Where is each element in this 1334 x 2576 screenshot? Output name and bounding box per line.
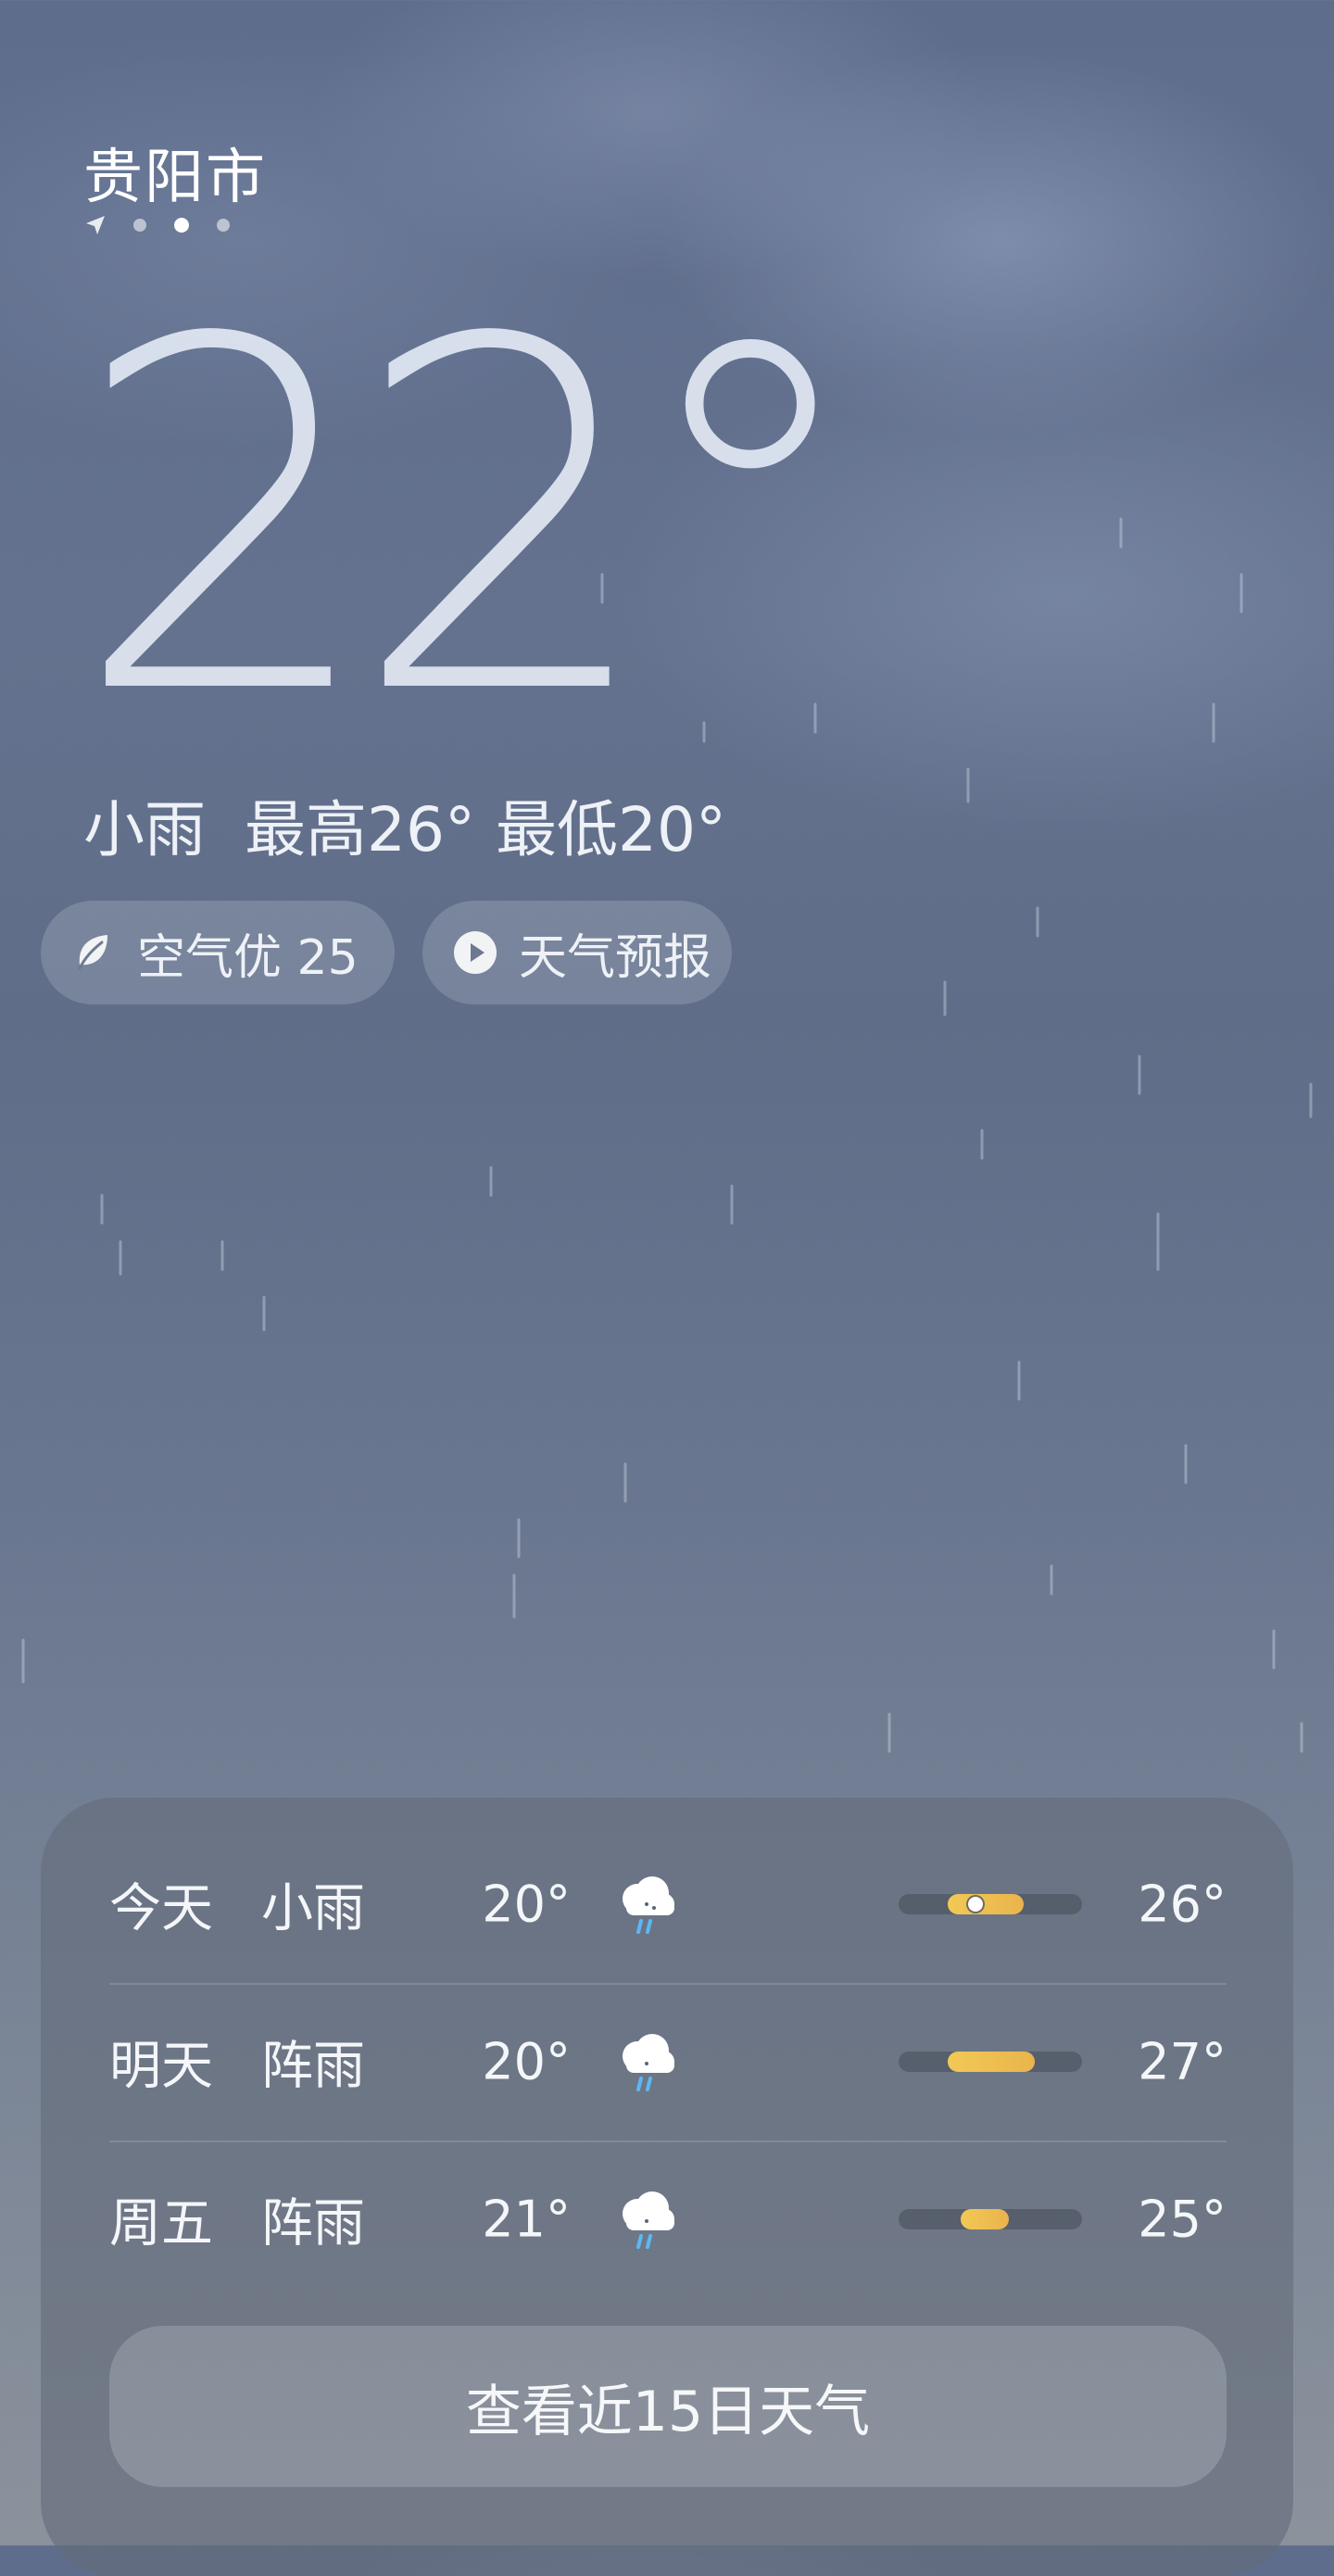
view-15-day-forecast-button[interactable]: 查看近15日天气 [109,2326,1227,2487]
air-quality-chip[interactable]: 空气优 25 [41,901,395,1004]
temp-range-fill [948,1894,1024,1914]
temp-range-bar [899,1894,1082,1914]
forecast-day: 周五 [109,2193,213,2254]
current-condition: 小雨 [83,794,206,865]
temp-range-fill [961,2209,1009,2229]
forecast-row-friday[interactable]: 周五 阵雨 21° 25° [109,2140,1227,2298]
current-temperature: 22° [72,238,871,800]
temp-range-fill [948,2052,1035,2072]
forecast-high: 27° [1138,2032,1227,2091]
current-summary: 小雨 最高26° 最低20° [83,780,765,869]
forecast-row-tomorrow[interactable]: 明天 阵雨 20° 27° [109,1983,1227,2140]
cloud-rain-icon [623,1876,674,1934]
current-low: 最低20° [495,794,726,865]
forecast-day: 今天 [109,1878,213,1939]
forecast-low: 20° [482,1875,571,1934]
forecast-high: 26° [1138,1875,1227,1934]
play-icon [454,931,497,974]
page-dot [217,219,230,232]
forecast-high: 25° [1138,2190,1227,2249]
forecast-condition: 阵雨 [261,2036,365,2097]
temp-range-bar [899,2209,1082,2229]
forecast-day: 明天 [109,2036,213,2097]
current-high: 最高26° [245,794,475,865]
cloud-showers-icon [623,2034,674,2091]
page-dot [133,219,146,232]
page-dot-active [174,218,189,233]
air-quality-label: 空气优 25 [137,929,359,986]
weather-forecast-chip[interactable]: 天气预报 [422,901,732,1004]
leaf-icon [78,935,107,970]
forecast-low: 21° [482,2190,571,2249]
page-indicator[interactable] [85,215,230,235]
city-name[interactable]: 贵阳市 [83,130,267,215]
temp-range-bar [899,2052,1082,2072]
forecast-row-today[interactable]: 今天 小雨 20° 26° [109,1825,1227,1983]
forecast-low: 20° [482,2032,571,2091]
forecast-card: 今天 小雨 20° 26° 明天 阵雨 20° 27° 周五 阵雨 21° 25… [41,1798,1293,2576]
forecast-condition: 阵雨 [261,2193,365,2254]
cloud-showers-icon [623,2191,674,2249]
location-arrow-icon [86,216,105,234]
weather-forecast-label: 天气预报 [519,929,712,986]
forecast-condition: 小雨 [261,1878,365,1939]
